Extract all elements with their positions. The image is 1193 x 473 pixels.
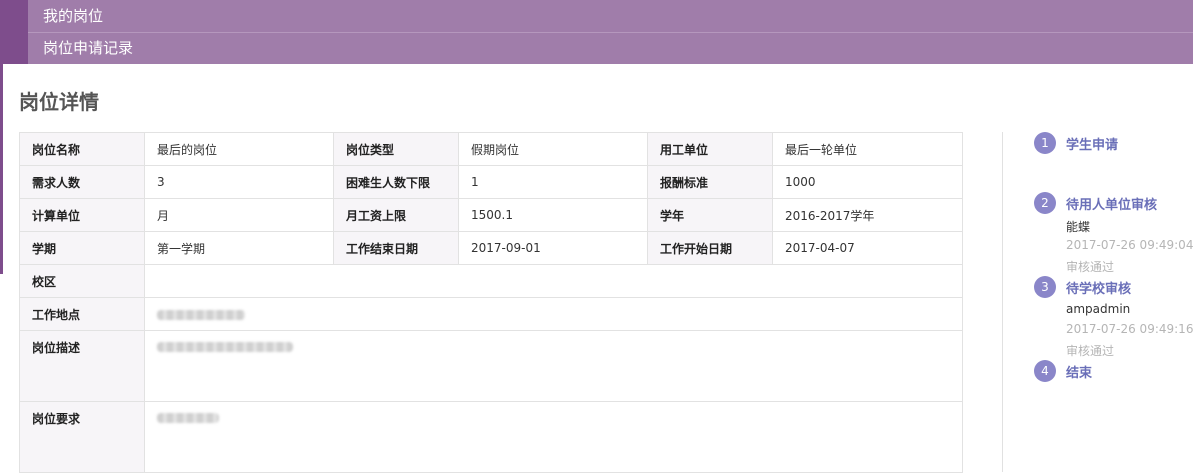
field-value: 1500.1	[458, 198, 648, 232]
step-status: 审核通过	[1066, 344, 1115, 358]
redacted-text	[157, 341, 293, 352]
table-row: 学期 第一学期 工作结束日期 2017-09-01 工作开始日期 2017-04…	[19, 231, 963, 265]
field-value: 1000	[772, 165, 963, 199]
description-value-redacted	[144, 330, 963, 402]
step-reviewer: ampadmin	[1066, 302, 1131, 316]
step-number: 2	[1034, 192, 1056, 214]
nav-item-my-positions[interactable]: 我的岗位	[28, 1, 1193, 32]
field-label: 月工资上限	[333, 198, 459, 232]
field-value: 2016-2017学年	[772, 198, 963, 232]
table-row: 计算单位 月 月工资上限 1500.1 学年 2016-2017学年	[19, 198, 963, 232]
table-row-campus: 校区	[19, 264, 963, 298]
field-value: 最后的岗位	[144, 132, 334, 166]
step-title: 待学校审核	[1066, 282, 1132, 297]
table-row-location: 工作地点	[19, 297, 963, 331]
side-accent-bar	[0, 64, 3, 274]
field-value: 2017-04-07	[772, 231, 963, 265]
field-label: 学年	[647, 198, 773, 232]
field-value: 2017-09-01	[458, 231, 648, 265]
field-label: 岗位类型	[333, 132, 459, 166]
step-reviewer: 能蝶	[1066, 220, 1091, 234]
table-row-description: 岗位描述	[19, 330, 963, 402]
field-value: 第一学期	[144, 231, 334, 265]
field-label: 报酬标准	[647, 165, 773, 199]
step-title: 待用人单位审核	[1066, 198, 1158, 213]
field-label: 岗位名称	[19, 132, 145, 166]
field-value: 假期岗位	[458, 132, 648, 166]
field-label: 困难生人数下限	[333, 165, 459, 199]
table-row: 岗位名称 最后的岗位 岗位类型 假期岗位 用工单位 最后一轮单位	[19, 132, 963, 166]
field-value: 月	[144, 198, 334, 232]
requirement-label: 岗位要求	[19, 401, 145, 473]
field-value: 1	[458, 165, 648, 199]
redacted-text	[157, 309, 245, 320]
field-label: 学期	[19, 231, 145, 265]
field-label: 用工单位	[647, 132, 773, 166]
field-value: 3	[144, 165, 334, 199]
step-time: 2017-07-26 09:49:16	[1066, 322, 1193, 336]
campus-label: 校区	[19, 264, 145, 298]
requirement-value-redacted	[144, 401, 963, 473]
nav-item-application-records[interactable]: 岗位申请记录	[28, 32, 1193, 63]
nav-left-accent	[0, 0, 28, 64]
position-detail-table: 岗位名称 最后的岗位 岗位类型 假期岗位 用工单位 最后一轮单位 需求人数 3 …	[19, 132, 963, 473]
step-number: 3	[1034, 276, 1056, 298]
step-status: 审核通过	[1066, 260, 1115, 274]
step-number: 1	[1034, 132, 1056, 154]
location-value-redacted	[144, 297, 963, 331]
top-nav: 我的岗位 岗位申请记录	[0, 0, 1193, 64]
step-number: 4	[1034, 360, 1056, 382]
step-time: 2017-07-26 09:49:04	[1066, 238, 1193, 252]
field-label: 计算单位	[19, 198, 145, 232]
field-label: 工作结束日期	[333, 231, 459, 265]
location-label: 工作地点	[19, 297, 145, 331]
vertical-divider	[1002, 132, 1003, 472]
step-title: 结束	[1066, 366, 1093, 381]
field-label: 工作开始日期	[647, 231, 773, 265]
table-row: 需求人数 3 困难生人数下限 1 报酬标准 1000	[19, 165, 963, 199]
field-value: 最后一轮单位	[772, 132, 963, 166]
page-title: 岗位详情	[19, 90, 99, 114]
description-label: 岗位描述	[19, 330, 145, 402]
table-row-requirement: 岗位要求	[19, 401, 963, 473]
field-label: 需求人数	[19, 165, 145, 199]
redacted-text	[157, 412, 219, 423]
step-title: 学生申请	[1066, 138, 1119, 153]
campus-value	[144, 264, 963, 298]
